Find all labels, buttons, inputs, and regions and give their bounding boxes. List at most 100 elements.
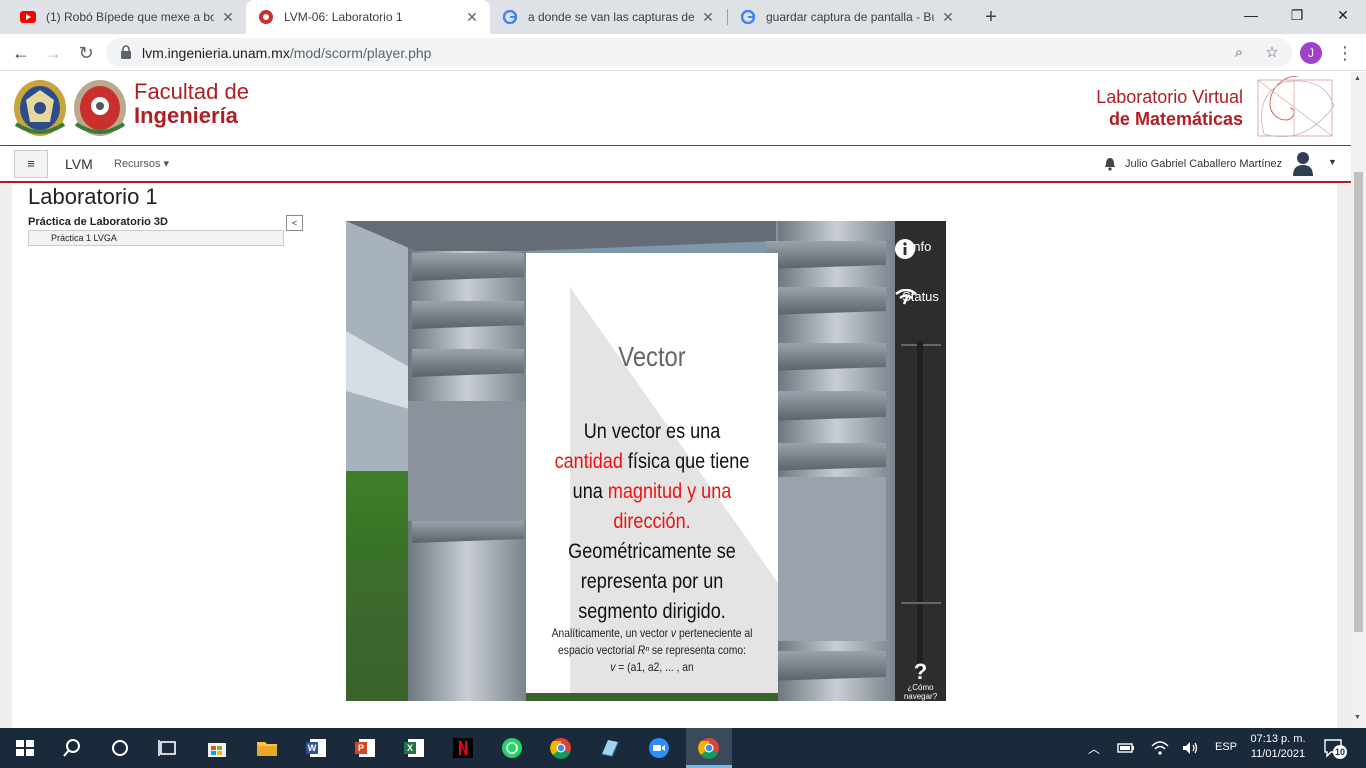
tray-chevron-icon[interactable]: ︿ (1088, 740, 1100, 757)
wifi-icon[interactable] (1150, 738, 1170, 758)
clock-time: 07:13 p. m. (1250, 733, 1306, 745)
word-icon[interactable]: W (304, 736, 328, 760)
lab-title[interactable]: Laboratorio Virtual de Matemáticas (1096, 86, 1243, 130)
windows-taskbar: W P X ︿ ESP 07:13 p. m. 11/01/2021 10 (0, 728, 1366, 768)
body-text-3: Geométricamente se representa por un seg… (568, 540, 736, 623)
page-title: Laboratorio 1 (28, 184, 158, 209)
chrome-icon[interactable] (549, 736, 573, 760)
lab-title-line1: Laboratorio Virtual (1096, 87, 1243, 107)
info-icon (895, 239, 915, 259)
google-icon (740, 9, 756, 25)
chrome-active-icon[interactable] (697, 736, 721, 760)
tab-youtube[interactable]: (1) Robó Bípede que mexe a boca ✕ (8, 0, 246, 34)
scene-side-panel: Info Status ? ¿Cómo navegar? (895, 221, 946, 701)
toc-collapse-button[interactable]: < (286, 215, 303, 231)
volume-icon[interactable] (1180, 738, 1200, 758)
help-button[interactable]: ? ¿Cómo navegar? (895, 659, 946, 702)
restore-icon[interactable]: ❐ (1274, 0, 1320, 30)
windows-start-icon[interactable] (13, 736, 37, 760)
help-question-icon: ? (913, 659, 928, 684)
footnote-text-1: Analíticamente, un vector (551, 626, 671, 640)
tab-google-2[interactable]: guardar captura de pantalla - Buscar con… (728, 0, 966, 34)
faculty-title-line1: Facultad de (134, 79, 249, 104)
tab-google-1[interactable]: a donde se van las capturas de pantalla … (490, 0, 726, 34)
scroll-up-icon[interactable]: ▲ (1354, 75, 1361, 82)
tab-title: a donde se van las capturas de pantalla (528, 10, 694, 24)
clock-date: 11/01/2021 (1250, 748, 1306, 760)
card-footnote: Analíticamente, un vector v pertenecient… (544, 625, 761, 676)
close-tab-icon[interactable]: ✕ (940, 9, 956, 26)
browser-menu-icon[interactable]: ⋮ (1334, 40, 1356, 66)
clock[interactable]: 07:13 p. m. 11/01/2021 (1248, 732, 1308, 762)
toc-item[interactable]: Práctica 1 LVGA (28, 230, 284, 246)
url-path: /mod/scorm/player.php (289, 45, 432, 61)
panel-divider (901, 602, 941, 604)
hamburger-menu-button[interactable]: ≡ (14, 150, 48, 178)
tab-strip: (1) Robó Bípede que mexe a boca ✕ LVM-06… (0, 0, 1366, 34)
notes-app-icon[interactable] (598, 736, 622, 760)
resources-dropdown[interactable]: Recursos ▾ (114, 157, 169, 170)
url-text: lvm.ingenieria.unam.mx/mod/scorm/player.… (142, 45, 431, 61)
user-avatar[interactable] (1292, 150, 1314, 176)
info-button[interactable]: Info (895, 239, 946, 259)
whatsapp-icon[interactable] (500, 736, 524, 760)
powerpoint-icon[interactable]: P (353, 736, 377, 760)
close-tab-icon[interactable]: ✕ (700, 9, 716, 26)
page-scrollbar[interactable]: ▲ ▼ (1351, 72, 1366, 728)
chevron-down-icon: ▾ (163, 158, 170, 170)
search-icon[interactable] (60, 736, 84, 760)
faculty-title-line2: Ingeniería (134, 103, 238, 128)
new-tab-icon[interactable]: + (978, 4, 1004, 30)
microsoft-store-icon[interactable] (205, 736, 229, 760)
close-tab-icon[interactable]: ✕ (220, 9, 236, 26)
minimize-icon[interactable]: — (1228, 0, 1274, 30)
ingenieria-seal-logo[interactable] (72, 78, 128, 138)
user-menu-chevron-icon[interactable]: ▼ (1328, 157, 1337, 167)
web-page: Facultad de Ingeniería Laboratorio Virtu… (0, 72, 1351, 728)
svg-text:X: X (407, 743, 413, 753)
card-title: Vector (618, 341, 686, 372)
site-navbar: ≡ LVM Recursos ▾ Julio Gabriel Caballero… (0, 146, 1351, 183)
file-explorer-icon[interactable] (255, 736, 279, 760)
resources-label: Recursos (114, 158, 161, 170)
forward-icon[interactable]: → (40, 40, 66, 66)
netflix-icon[interactable] (451, 736, 475, 760)
zoom-icon[interactable]: ⌕ (1228, 42, 1250, 64)
brand-link[interactable]: LVM (65, 156, 93, 172)
lock-icon[interactable] (120, 45, 132, 59)
tab-lvm[interactable]: LVM-06: Laboratorio 1 ✕ (246, 0, 490, 34)
task-view-icon[interactable] (156, 736, 180, 760)
status-button[interactable]: Status (895, 289, 946, 305)
tab-title: (1) Robó Bípede que mexe a boca (46, 10, 214, 24)
card-body: Un vector es una cantidad física que tie… (549, 417, 755, 627)
close-window-icon[interactable]: ✕ (1320, 0, 1366, 30)
reload-icon[interactable]: ↻ (73, 40, 99, 66)
notification-count: 10 (1334, 747, 1345, 757)
panel-scroll-rail[interactable] (917, 341, 923, 671)
main-content: Laboratorio 1 Práctica de Laboratorio 3D… (12, 184, 1337, 728)
user-name[interactable]: Julio Gabriel Caballero Martínez (1125, 158, 1282, 170)
help-label: ¿Cómo navegar? (903, 683, 938, 701)
profile-avatar[interactable]: J (1300, 42, 1322, 64)
back-icon[interactable]: ← (8, 40, 34, 66)
language-indicator[interactable]: ESP (1215, 741, 1237, 753)
scorm-3d-scene[interactable]: Vector Un vector es una cantidad física … (346, 221, 946, 701)
excel-icon[interactable]: X (402, 736, 426, 760)
address-bar[interactable]: lvm.ingenieria.unam.mx/mod/scorm/player.… (106, 38, 1292, 67)
body-highlight-1: cantidad (554, 450, 623, 473)
zoom-app-icon[interactable] (647, 736, 671, 760)
bell-icon[interactable] (1104, 157, 1116, 171)
tab-title: LVM-06: Laboratorio 1 (284, 10, 403, 24)
footnote-rn: Rⁿ (637, 643, 650, 657)
browser-toolbar: ← → ↻ lvm.ingenieria.unam.mx/mod/scorm/p… (0, 34, 1366, 71)
bookmark-star-icon[interactable]: ☆ (1261, 42, 1283, 64)
faculty-title[interactable]: Facultad de Ingeniería (134, 80, 249, 128)
unam-seal-logo[interactable] (12, 78, 68, 138)
scroll-thumb[interactable] (1354, 172, 1363, 632)
battery-icon[interactable] (1116, 738, 1136, 758)
scorm-toc: Práctica de Laboratorio 3D Práctica 1 LV… (28, 216, 284, 246)
close-tab-icon[interactable]: ✕ (464, 9, 480, 26)
cortana-icon[interactable] (108, 736, 132, 760)
scroll-down-icon[interactable]: ▼ (1354, 714, 1361, 721)
vector-info-card: Vector Un vector es una cantidad física … (526, 253, 778, 693)
